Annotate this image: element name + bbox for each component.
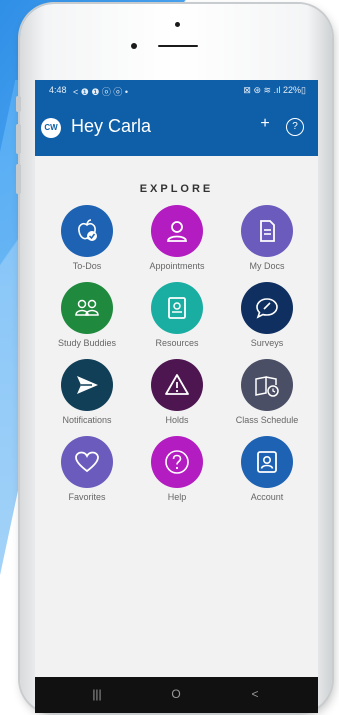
appointments-icon-circle	[151, 205, 203, 257]
tile-my-docs[interactable]: My Docs	[222, 205, 312, 277]
tile-notifications[interactable]: Notifications	[42, 359, 132, 431]
explore-heading: EXPLORE	[139, 183, 214, 195]
status-time: 4:48	[49, 85, 67, 95]
back-button[interactable]: <	[243, 687, 267, 701]
tile-class-schedule[interactable]: Class Schedule	[222, 359, 312, 431]
surveys-icon-circle	[241, 282, 293, 334]
tile-favorites[interactable]: Favorites	[42, 436, 132, 508]
to-dos-icon-circle	[61, 205, 113, 257]
tile-surveys[interactable]: Surveys	[222, 282, 312, 354]
schedule-icon	[255, 376, 279, 397]
app-header: CW Hey Carla + ?	[35, 100, 318, 156]
resources-icon	[168, 297, 186, 319]
document-icon	[260, 220, 275, 242]
account-icon	[257, 451, 277, 473]
apple-check-icon	[78, 219, 97, 241]
help-icon-circle	[151, 436, 203, 488]
warning-icon	[165, 374, 189, 395]
favorites-icon-circle	[61, 436, 113, 488]
class-schedule-icon-circle	[241, 359, 293, 411]
greeting-title: Hey Carla	[71, 116, 152, 136]
account-label: Account	[250, 492, 284, 502]
app-screen: 4:48 < ❶ ❶ ⓞ ⓞ • ⊠ ⊛ ≋ .ıl 22%▯ CW Hey C…	[35, 80, 318, 677]
home-button[interactable]: O	[164, 687, 188, 701]
tile-help[interactable]: Help	[132, 436, 222, 508]
phone-camera	[131, 43, 137, 49]
status-system-icons: ⊠ ⊛ ≋ .ıl 22%▯	[243, 85, 306, 95]
holds-icon-circle	[151, 359, 203, 411]
chat-bubble-icon	[256, 298, 278, 319]
tile-resources[interactable]: Resources	[132, 282, 222, 354]
tile-study-buddies[interactable]: Study Buddies	[42, 282, 132, 354]
my-docs-label: My Docs	[249, 261, 285, 271]
phone-side-button	[16, 96, 21, 112]
status-notification-icons: < ❶ ❶ ⓞ ⓞ •	[73, 87, 129, 97]
help-button[interactable]: ?	[286, 118, 304, 136]
phone-volume-up	[16, 124, 21, 154]
phone-earpiece	[158, 45, 198, 47]
my-docs-icon-circle	[241, 205, 293, 257]
phone-sensor	[175, 22, 180, 27]
tile-holds[interactable]: Holds	[132, 359, 222, 431]
resources-icon-circle	[151, 282, 203, 334]
tile-account[interactable]: Account	[222, 436, 312, 508]
group-icon	[75, 299, 99, 316]
add-button[interactable]: +	[257, 115, 273, 133]
tile-appointments[interactable]: Appointments	[132, 205, 222, 277]
system-nav-bar: ||| O <	[35, 677, 318, 713]
class-schedule-label: Class Schedule	[235, 415, 299, 425]
recents-button[interactable]: |||	[85, 687, 109, 701]
status-bar: 4:48 < ❶ ❶ ⓞ ⓞ • ⊠ ⊛ ≋ .ıl 22%▯	[35, 80, 318, 100]
phone-volume-down	[16, 164, 21, 194]
account-icon-circle	[241, 436, 293, 488]
surveys-label: Surveys	[250, 338, 284, 348]
app-logo: CW	[41, 118, 61, 138]
heart-icon	[75, 451, 99, 473]
notifications-icon-circle	[61, 359, 113, 411]
send-icon	[77, 376, 98, 394]
tile-to-dos[interactable]: To-Dos	[42, 205, 132, 277]
study-buddies-icon-circle	[61, 282, 113, 334]
person-icon	[167, 221, 187, 242]
help-icon	[165, 450, 189, 474]
